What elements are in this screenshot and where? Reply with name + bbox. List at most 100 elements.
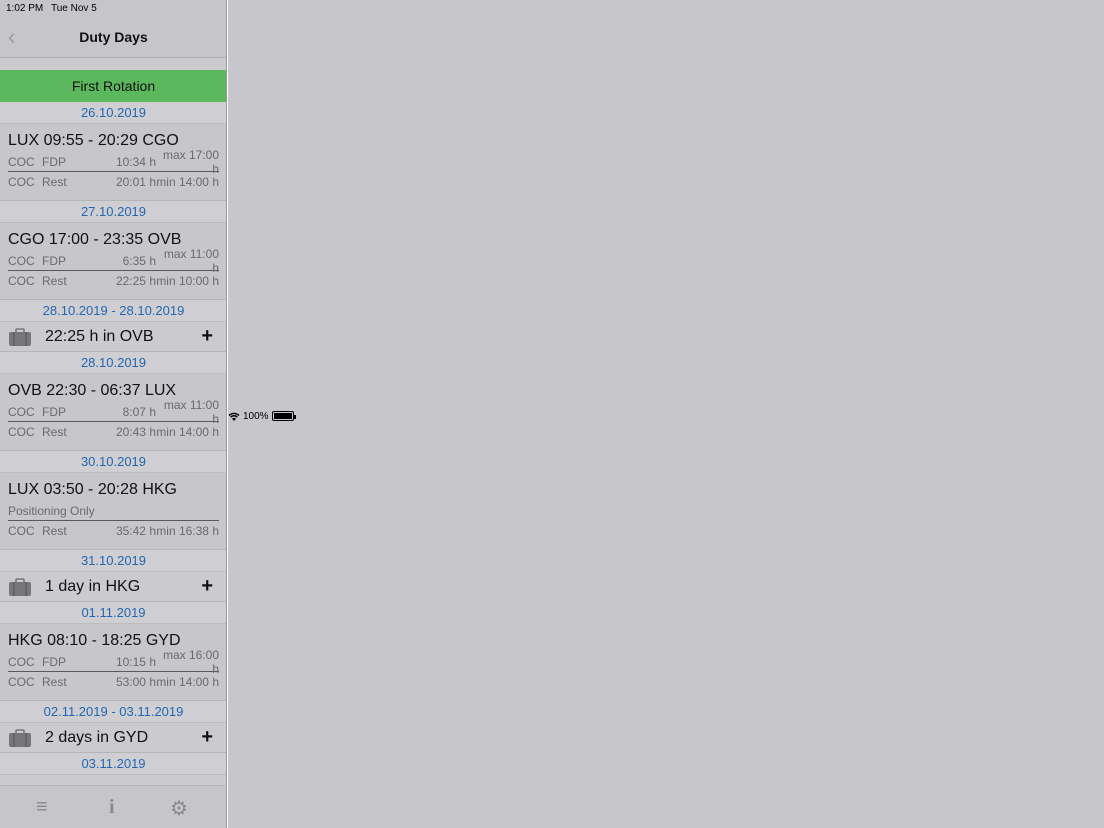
facility-note: Isolation from noise and disturbance. [354, 461, 567, 477]
dialog-header: Back In-Flight Rest Cockpit Info [334, 141, 770, 187]
rest-facility-label: Rest Facility [354, 361, 458, 382]
rest-row: COC Rest 20:43 h min 14:00 h [8, 425, 219, 439]
standby-toggle[interactable] [1051, 193, 1093, 218]
type-value: Airport Standby [938, 239, 1069, 260]
list-icon[interactable]: ≡ [36, 796, 48, 819]
on-block-row[interactable]: On Block 08:25 UTC > [228, 804, 1104, 828]
date-header: 30.10.2019 [0, 451, 226, 473]
divider [334, 388, 770, 389]
max-fdp-label: Max FDP [897, 727, 964, 744]
place-code: GYD [1029, 293, 1071, 314]
stay-item[interactable]: 22:25 h in OVB + [0, 322, 226, 352]
sectors-option-1-2[interactable]: 1-2 [602, 260, 673, 288]
flight-item[interactable]: OVB 22:30 - 06:37 LUX COC FDP 8:07 h max 11… [0, 374, 226, 451]
latest-on-block-row[interactable]: Latest On Block Max FDP 15:55 UTC CPT Di… [228, 714, 1104, 778]
divider [338, 230, 766, 231]
max-fdp-value: 15:55 UTC [983, 725, 1075, 746]
pilots-option-4[interactable]: 4 [673, 309, 744, 337]
suitcase-icon [9, 729, 31, 747]
pilots-option-3[interactable]: 3 [602, 309, 673, 337]
cpt-discretion-value: 18:55 UTC [983, 746, 1075, 767]
home-base-row[interactable]: Home Base ❄ UTC + 1 LUX > [228, 70, 1104, 114]
facility-option-class-3[interactable]: Class 3 [672, 359, 744, 387]
flight-route: LUX 03:50 - 20:28 HKG [8, 481, 177, 498]
info-icon[interactable]: i [1087, 738, 1090, 755]
home-base-tz: UTC + 1 [938, 81, 1010, 102]
info-icon[interactable]: i [1087, 615, 1090, 632]
sectors-label: Sectors [239, 507, 304, 528]
flight-item[interactable]: CGO 17:00 - 23:35 OVB COC FDP 6:35 h max 11… [0, 223, 226, 300]
chevron-right-icon: > [1081, 510, 1090, 527]
rest-row: COC Rest 20:01 h min 14:00 h [8, 175, 219, 189]
add-icon[interactable]: + [201, 726, 213, 749]
max-fdp-row: Max FDP 16:00 h [334, 601, 770, 636]
snowflake-icon: ❄ [912, 82, 929, 104]
section-gap [228, 58, 1104, 70]
add-icon[interactable]: + [201, 575, 213, 598]
fdp-row: COC FDP 10:34 h max 17:00 h [8, 147, 219, 176]
fdp-row: COC FDP 6:35 h max 11:00 h [8, 246, 219, 275]
left-nav-bar: ‹ Duty Days [0, 0, 226, 58]
add-icon[interactable]: + [201, 325, 213, 348]
chevron-right-icon: > [1081, 817, 1090, 828]
pilots-label: Pilots [354, 311, 401, 332]
latest-on-block-header: LATEST ON BLOCK [228, 690, 1104, 714]
date-header: 31.10.2019 [0, 550, 226, 572]
standby-label: Standby / F [239, 195, 337, 216]
facility-option-class-2[interactable]: Class 2 [601, 359, 673, 387]
cpt-discretion-label: CPT Discretion [855, 748, 963, 765]
max-fdp-label: Max FDP [354, 608, 434, 629]
date-header: 27.10.2019 [0, 201, 226, 223]
split-duty-value: not allowed [973, 613, 1070, 634]
chevron-right-icon: > [1081, 360, 1090, 377]
time-row-label: Time [239, 437, 281, 458]
sector-over-9h-toggle[interactable] [705, 507, 747, 533]
sectors-value: 1-2 [1043, 507, 1071, 528]
flight-item[interactable]: LUX 03:50 - 20:28 HKG Positioning Only C… [0, 473, 226, 550]
rest-row: COC Rest 53:00 h min 14:00 h [8, 675, 219, 689]
rest-row: COC Rest 35:42 h min 16:38 h [8, 524, 219, 538]
home-base-code: LUX [1033, 81, 1070, 102]
inflight-rest-toggle[interactable] [714, 197, 756, 223]
positioning-label: Positioning Only [8, 501, 219, 521]
stay-item[interactable]: 2 days in GYD + [0, 723, 226, 753]
date-header: 03.11.2019 [0, 753, 226, 775]
flight-item[interactable]: LUX 09:55 - 20:29 CGO COC FDP 10:34 h max 1… [0, 124, 226, 201]
dialog-title: In-Flight Rest Cockpit [479, 156, 625, 172]
inflight-rest-label: In-Flight Rest [346, 200, 459, 221]
rotation-header[interactable]: First Rotation [0, 70, 226, 102]
time-label: Time [925, 370, 960, 387]
on-block-label: On Block [239, 814, 317, 828]
date-header: 28.10.2019 - 28.10.2019 [0, 300, 226, 322]
sectors-option-3[interactable]: 3 [673, 260, 744, 288]
no-flight-duty-toggle[interactable] [1051, 123, 1093, 148]
suitcase-icon [9, 578, 31, 596]
facility-note: Allows light control. [354, 446, 466, 462]
fdp-row: COC FDP 8:07 h max 11:00 h [8, 397, 219, 426]
info-icon[interactable]: i [1087, 659, 1090, 676]
inflight-rest-label: In-Flight Re [239, 560, 338, 581]
facility-option-class-1[interactable]: Class 1 [529, 359, 601, 387]
add-icon[interactable]: + [1075, 22, 1088, 48]
standby-date: 03.11.2019 [977, 347, 1071, 368]
right-nav-title: Standby [638, 29, 694, 45]
extended-label: Extended F [239, 657, 337, 678]
pilots-segmented-control: 3 4 [600, 307, 746, 339]
duty-days-panel: ‹ Duty Days First Rotation 26.10.2019 LU… [0, 0, 227, 828]
pilots-label: Pilots [920, 552, 960, 569]
suitcase-icon [9, 328, 31, 346]
airport-standby-label: Airport Stan [239, 357, 340, 378]
home-base-label: Home Base [239, 81, 339, 102]
chevron-right-icon: > [1081, 562, 1090, 579]
dialog-info-button[interactable]: Info [731, 156, 754, 172]
chevron-right-icon: > [1081, 242, 1090, 259]
stay-item[interactable]: 1 day in HKG + [0, 572, 226, 602]
flight-item[interactable]: HKG 08:10 - 18:25 GYD COC FDP 10:15 h max 1… [0, 624, 226, 701]
pilots-row: Pilots 3 4 [334, 305, 770, 355]
extended-value: not allowed [973, 657, 1070, 678]
gear-icon[interactable]: ⚙ [170, 796, 188, 821]
rest-row: COC Rest 22:25 h min 10:00 h [8, 274, 219, 288]
info-icon[interactable]: i [109, 796, 115, 819]
date-header: 28.10.2019 [0, 352, 226, 374]
rest-facility-label: Rest Facility [872, 573, 960, 590]
